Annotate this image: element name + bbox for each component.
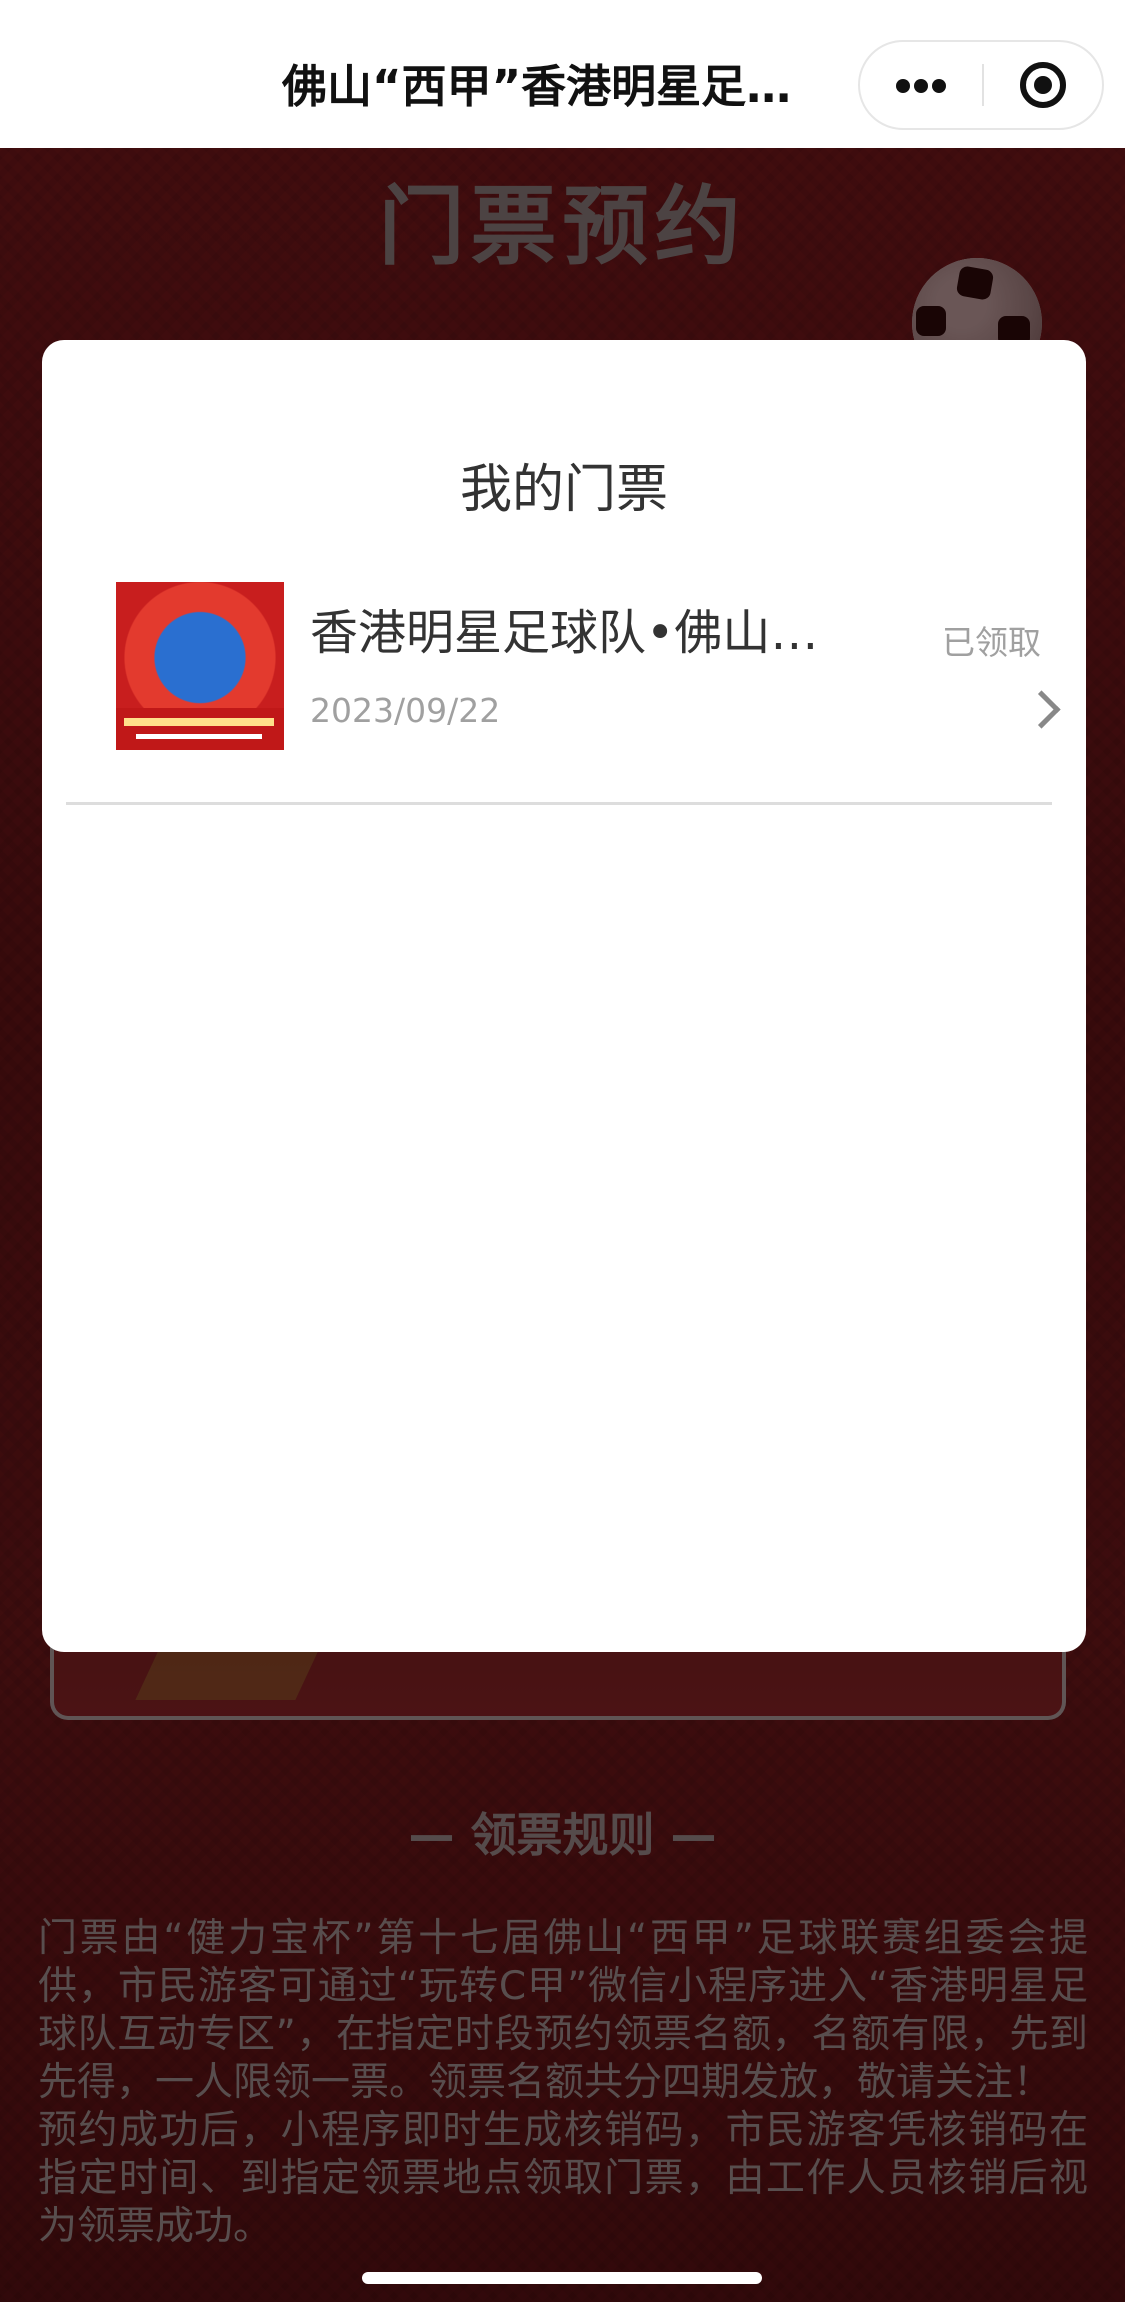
ticket-thumbnail: [116, 582, 284, 750]
chevron-right-icon: [1022, 690, 1061, 729]
list-divider: [66, 802, 1052, 805]
my-tickets-modal: 我的门票 香港明星足球队•佛山… 2023/09/22 已领取: [42, 340, 1086, 1652]
modal-title: 我的门票: [459, 460, 668, 520]
mini-program-capsule: [858, 40, 1104, 130]
mini-program-navbar: 佛山“西甲”香港明星足…: [0, 0, 1125, 148]
mini-program-close-icon[interactable]: [984, 42, 1102, 128]
ticket-name: 香港明星足球队•佛山…: [310, 605, 819, 661]
home-indicator: [362, 2272, 762, 2284]
ticket-date: 2023/09/22: [310, 691, 501, 730]
ticket-list-item[interactable]: 香港明星足球队•佛山… 2023/09/22 已领取: [66, 568, 1062, 796]
ticket-status: 已领取: [942, 623, 1041, 662]
more-dots-icon[interactable]: [860, 42, 982, 128]
navbar-title: 佛山“西甲”香港明星足…: [282, 60, 792, 113]
